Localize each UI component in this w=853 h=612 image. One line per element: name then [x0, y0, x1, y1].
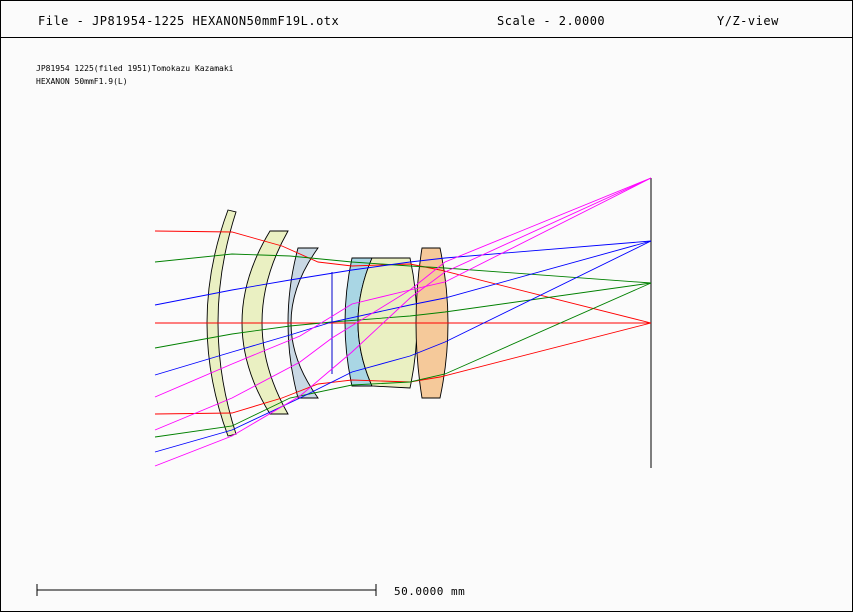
scale-bar: [36, 584, 377, 596]
lens-element-2: [241, 230, 289, 415]
optical-layout-diagram: [36, 177, 652, 596]
lens-layout-window: File - JP81954-1225 HEXANON50mmF19L.otx …: [0, 0, 853, 612]
scale-bar-label: 50.0000 mm: [394, 585, 466, 598]
